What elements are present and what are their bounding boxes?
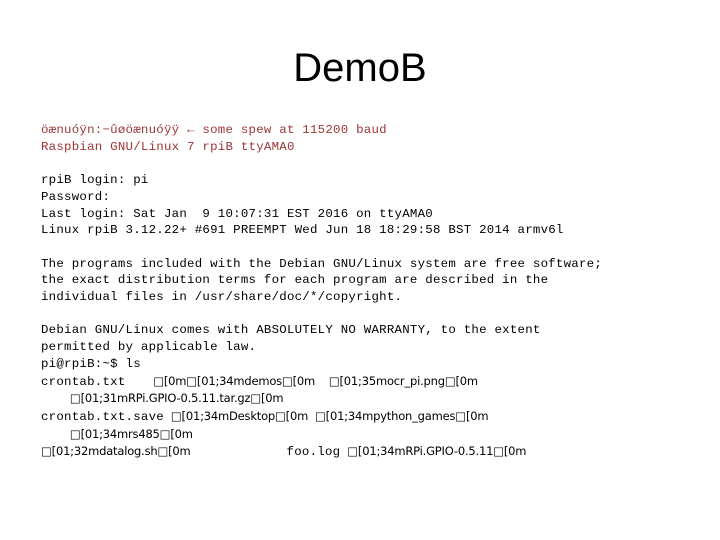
ls-escape-sequence-row-1-cont: □[01;31mRPi.GPIO-0.5.11.tar.gz□[0m — [63, 391, 284, 406]
slide-canvas: DemoB öænuóÿn:−ûøöænuóÿÿ ← some spew at … — [0, 0, 720, 540]
ls-output-row-1-cont: □[01;31mRPi.GPIO-0.5.11.tar.gz□[0m — [41, 390, 701, 408]
terminal-line-warranty-2: permitted by applicable law. — [41, 340, 257, 355]
ls-filename-crontab-txt: crontab.txt — [41, 374, 126, 389]
terminal-line-shell-prompt-ls[interactable]: pi@rpiB:~$ ls — [41, 356, 701, 373]
terminal-line-os-banner: Raspbian GNU/Linux 7 rpiB ttyAMA0 — [41, 139, 295, 154]
terminal-line-warranty-1: Debian GNU/Linux comes with ABSOLUTELY N… — [41, 323, 541, 338]
terminal-transcript: öænuóÿn:−ûøöænuóÿÿ ← some spew at 115200… — [41, 122, 701, 461]
ls-escape-sequence-row-3-tail: □[01;34mRPi.GPIO-0.5.11□[0m — [340, 444, 527, 459]
page-title: DemoB — [293, 46, 427, 90]
ls-filename-foo-log: foo.log — [286, 445, 341, 460]
ls-output-row-2: crontab.txt.save □[01;34mDesktop□[0m □[0… — [41, 408, 701, 426]
ls-output-row-2-cont: □[01;34mrs485□[0m — [41, 426, 701, 444]
ls-escape-sequence-row-2: □[01;34mDesktop□[0m □[01;34mpython_games… — [163, 408, 489, 423]
ls-escape-sequence-row-1: □[0m□[01;34mdemos□[0m □[01;35mocr_pi.png… — [125, 373, 478, 388]
ls-output-row-3: □[01;32mdatalog.sh□[0m foo.log □[01;34mRP… — [41, 443, 701, 461]
terminal-line-copyright-3: individual files in /usr/share/doc/*/cop… — [41, 290, 403, 304]
ls-escape-sequence-row-3: □[01;32mdatalog.sh□[0m — [41, 444, 191, 459]
ls-escape-sequence-row-2-cont: □[01;34mrs485□[0m — [63, 426, 193, 441]
terminal-line-last-login: Last login: Sat Jan 9 10:07:31 EST 2016 … — [41, 206, 433, 221]
terminal-line-kernel-banner: Linux rpiB 3.12.22+ #691 PREEMPT Wed Jun… — [41, 223, 564, 238]
ls-filename-crontab-txt-save: crontab.txt.save — [41, 409, 164, 424]
terminal-line-copyright-1: The programs included with the Debian GN… — [41, 256, 603, 271]
ls-output-row-1: crontab.txt □[0m□[01;34mdemos□[0m □[01;3… — [41, 373, 701, 391]
terminal-line-copyright-2: the exact distribution terms for each pr… — [41, 273, 549, 288]
terminal-line-password-prompt: Password: — [41, 189, 111, 204]
terminal-line-boot-garble: öænuóÿn:−ûøöænuóÿÿ ← some spew at 115200… — [41, 123, 387, 137]
terminal-line-login-prompt: rpiB login: pi — [41, 173, 149, 188]
